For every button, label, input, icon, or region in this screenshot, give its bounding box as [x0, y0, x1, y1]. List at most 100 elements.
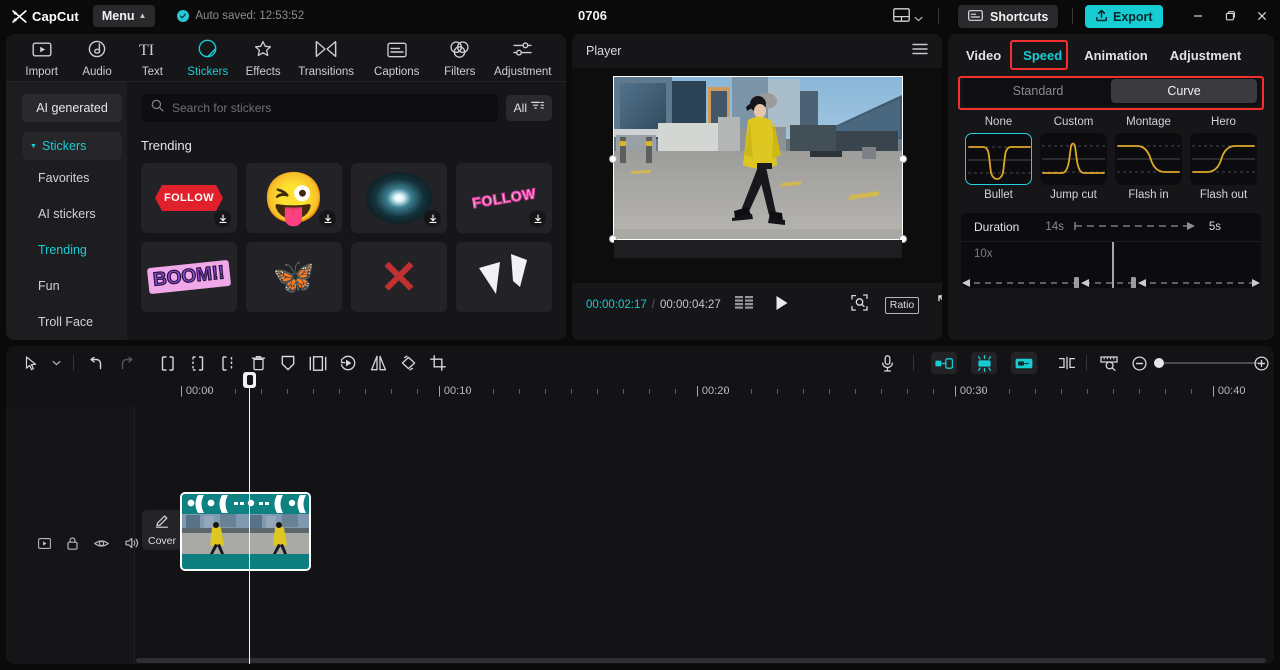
menu-button[interactable]: Menu ▲	[92, 5, 156, 27]
fullscreen-icon[interactable]	[938, 295, 942, 315]
microphone-icon[interactable]	[872, 350, 902, 376]
resize-handle-top-right[interactable]	[899, 155, 907, 163]
sticker-item-white-shards[interactable]	[456, 242, 552, 312]
layout-switch-button[interactable]	[893, 8, 923, 27]
tab-transitions[interactable]: Transitions	[291, 40, 362, 82]
sticker-item-follow-pink[interactable]: FOLLOW	[456, 163, 552, 233]
search-input[interactable]	[172, 101, 488, 115]
tab-captions[interactable]: Captions	[361, 42, 432, 82]
preset-flash-out[interactable]: Flash out	[1186, 133, 1261, 201]
preset-jump-cut[interactable]: Jump cut	[1036, 133, 1111, 201]
split-left-icon[interactable]	[153, 350, 183, 376]
auto-fit-center-icon[interactable]	[971, 352, 997, 374]
playhead-handle[interactable]	[243, 372, 256, 388]
current-time: 00:00:02:17	[586, 299, 647, 311]
chevron-down-icon[interactable]	[46, 350, 66, 376]
tab-text[interactable]: TI Text	[125, 41, 180, 82]
rotate-icon[interactable]	[393, 350, 423, 376]
zoom-fit-icon[interactable]	[851, 294, 868, 316]
zoom-out-icon[interactable]	[1124, 350, 1154, 376]
preset-bullet[interactable]: Bullet	[961, 133, 1036, 201]
tab-video[interactable]: Video	[966, 48, 1001, 63]
timeline-ruler[interactable]: | 00:00 | 00:10 | 00:20 | 00:30 | 00:40	[6, 380, 1274, 406]
sticker-item-boom[interactable]: BOOM!!	[141, 242, 237, 312]
preset-flash-in[interactable]: Flash in	[1111, 133, 1186, 201]
filter-all-button[interactable]: All	[505, 95, 552, 121]
tab-adjustment[interactable]: Adjustment	[1170, 48, 1242, 63]
tab-adjustment[interactable]: Adjustment	[487, 41, 558, 82]
tab-speed[interactable]: Speed	[1023, 48, 1062, 63]
ratio-button[interactable]: Ratio	[884, 296, 920, 314]
reverse-icon[interactable]	[333, 350, 363, 376]
player-header: Player	[572, 34, 942, 68]
divider	[1086, 355, 1087, 371]
sticker-item-follow-red[interactable]: FOLLOW	[141, 163, 237, 233]
download-icon[interactable]	[424, 210, 441, 227]
preset-bullet-thumb	[965, 133, 1032, 185]
lock-icon[interactable]	[67, 536, 78, 550]
zoom-slider[interactable]	[1154, 358, 1259, 368]
maximize-button[interactable]	[1218, 4, 1242, 28]
split-marker-icon[interactable]	[1052, 350, 1082, 376]
redo-icon[interactable]	[111, 350, 141, 376]
speed-curve-editor[interactable]: 10x	[961, 242, 1261, 288]
cover-label: Cover	[147, 534, 176, 547]
volume-icon[interactable]	[125, 537, 139, 549]
mode-standard-label: Standard	[1012, 84, 1064, 98]
tab-animation[interactable]: Animation	[1084, 48, 1148, 63]
cover-button[interactable]: Cover	[142, 510, 182, 550]
sidebar-item-troll-face[interactable]: Troll Face	[38, 304, 93, 340]
zoom-slider-knob[interactable]	[1154, 358, 1164, 368]
select-tool-icon[interactable]	[16, 350, 46, 376]
zoom-in-icon[interactable]	[1246, 350, 1274, 376]
sidebar-item-ai-generated[interactable]: AI generated	[22, 94, 122, 122]
search-input-wrapper[interactable]	[141, 94, 498, 122]
close-button[interactable]	[1250, 4, 1274, 28]
crop-icon[interactable]	[423, 350, 453, 376]
auto-fit-right-icon[interactable]	[1011, 352, 1037, 374]
sticker-item-butterfly[interactable]: 🦋	[246, 242, 342, 312]
sidebar-item-trending[interactable]: Trending	[38, 232, 87, 268]
ruler-zoom-icon[interactable]	[1094, 350, 1124, 376]
tab-filters[interactable]: Filters	[432, 41, 487, 82]
mode-curve-button[interactable]: Curve	[1111, 79, 1257, 103]
mode-standard-button[interactable]: Standard	[965, 79, 1111, 103]
undo-icon[interactable]	[81, 350, 111, 376]
preset-jump-cut-thumb	[1040, 133, 1107, 185]
sidebar-item-ai-stickers[interactable]: AI stickers	[38, 196, 96, 232]
svg-text:TI: TI	[139, 42, 154, 58]
shortcuts-button[interactable]: Shortcuts	[958, 5, 1059, 28]
sidebar-group-stickers[interactable]: ▼ Stickers	[22, 132, 122, 160]
freeze-icon[interactable]	[273, 350, 303, 376]
capcut-window: CapCut Menu ▲ Auto saved: 12:53:52 0706	[0, 0, 1280, 670]
tab-import[interactable]: Import	[14, 41, 69, 82]
minimize-button[interactable]	[1186, 4, 1210, 28]
export-button[interactable]: Export	[1085, 5, 1163, 28]
sticker-item-red-x[interactable]: ✕	[351, 242, 447, 312]
download-icon[interactable]	[529, 210, 546, 227]
tab-audio[interactable]: Audio	[69, 40, 124, 82]
video-clip[interactable]	[180, 492, 311, 571]
sidebar-item-favorites[interactable]: Favorites	[38, 160, 89, 196]
auto-fit-left-icon[interactable]	[931, 352, 957, 374]
sidebar-item-label: Trending	[38, 243, 87, 257]
frames-icon[interactable]	[734, 296, 755, 314]
play-icon[interactable]	[775, 295, 789, 316]
sticker-item-sparkle-burst[interactable]	[351, 163, 447, 233]
hamburger-icon[interactable]	[912, 42, 928, 60]
tab-effects[interactable]: Effects	[235, 40, 290, 82]
horizontal-scrollbar[interactable]	[136, 658, 1266, 663]
split-right-icon[interactable]	[183, 350, 213, 376]
eye-icon[interactable]	[94, 538, 109, 549]
download-icon[interactable]	[319, 210, 336, 227]
mirror-icon[interactable]	[363, 350, 393, 376]
track-type-icon[interactable]	[38, 537, 51, 549]
split-icon[interactable]	[213, 350, 243, 376]
download-icon[interactable]	[214, 210, 231, 227]
sidebar-item-fun[interactable]: Fun	[38, 268, 60, 304]
resize-handle-top-left[interactable]	[609, 155, 617, 163]
crop-frame-icon[interactable]	[303, 350, 333, 376]
tab-stickers[interactable]: Stickers	[180, 39, 235, 82]
sticker-item-winking-emoji[interactable]: 😜	[246, 163, 342, 233]
total-time: 00:00:04:27	[659, 299, 721, 311]
